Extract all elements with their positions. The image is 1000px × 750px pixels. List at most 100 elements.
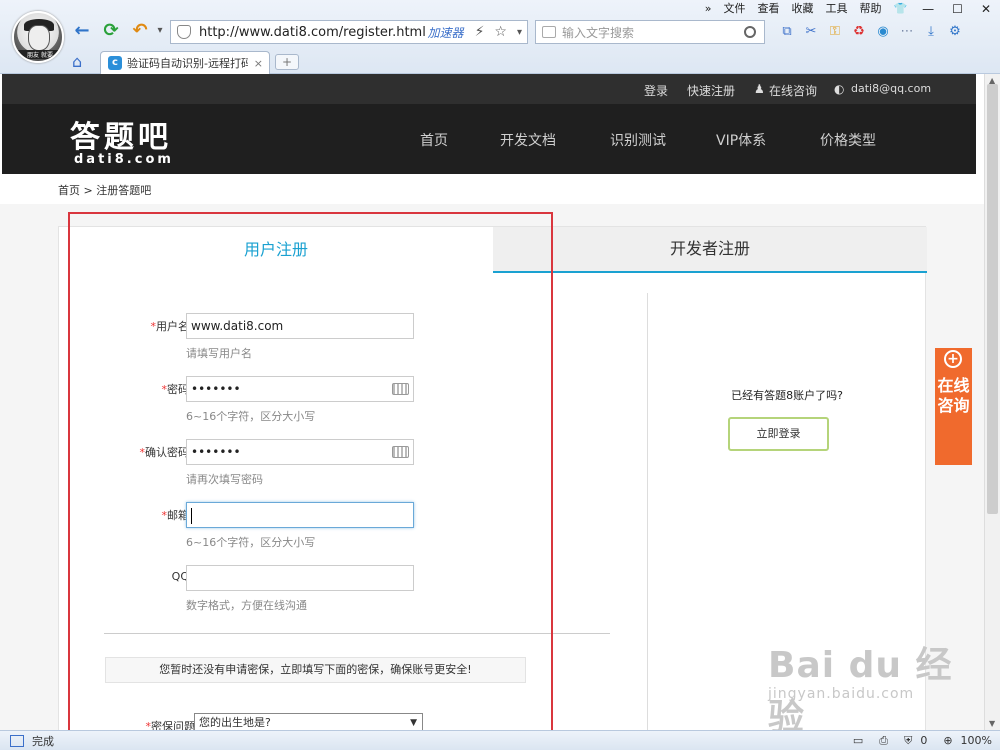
qq-icon[interactable]: ◉: [874, 23, 892, 41]
menu-file[interactable]: 文件: [723, 0, 745, 18]
top-email-link[interactable]: dati8@qq.com: [851, 82, 931, 95]
zoom-icon[interactable]: ⊕: [943, 734, 952, 747]
confirm-password-value: •••••••: [191, 445, 241, 459]
menu-bar: » 文件 查看 收藏 工具 帮助 👕 — ☐ ✕: [699, 0, 1000, 18]
top-quick-register-link[interactable]: 快速注册: [687, 82, 735, 99]
scroll-down-icon[interactable]: ▼: [989, 719, 995, 728]
undo-icon[interactable]: ↶: [130, 21, 150, 41]
side-consult-button[interactable]: + 在线咨询: [935, 348, 972, 465]
email-label: *邮箱: [161, 509, 190, 522]
email-hint: 6~16个字符，区分大小写: [186, 536, 316, 549]
confirm-password-row: *确认密码 •••••••: [59, 439, 419, 465]
address-url[interactable]: http://www.dati8.com/register.html: [199, 25, 428, 40]
email-input[interactable]: [186, 502, 414, 528]
security-question-select[interactable]: 您的出生地是? ▼: [194, 713, 423, 730]
minimize-icon[interactable]: —: [922, 0, 934, 18]
tab-user-register[interactable]: 用户注册: [59, 227, 493, 273]
tab-developer-register[interactable]: 开发者注册: [493, 227, 927, 273]
home-icon[interactable]: ⌂: [72, 52, 82, 71]
menu-help[interactable]: 帮助: [859, 0, 881, 18]
nav-home[interactable]: 首页: [420, 130, 448, 150]
side-consult-text: 在线咨询: [937, 376, 970, 415]
tab-row: ⌂ c 验证码自动识别-远程打码 × +: [0, 50, 1000, 74]
more-icon[interactable]: ⋯: [898, 23, 916, 41]
nav-test[interactable]: 识别测试: [610, 130, 666, 150]
site-logo[interactable]: 答题吧: [70, 112, 172, 156]
lightning-icon[interactable]: ⚡: [475, 24, 485, 40]
password-label: *密码: [161, 383, 190, 396]
address-dropdown-icon[interactable]: ▾: [517, 27, 522, 38]
search-input[interactable]: 输入文字搜索: [562, 24, 744, 41]
password-hint: 6~16个字符，区分大小写: [186, 410, 316, 423]
close-window-icon[interactable]: ✕: [981, 0, 991, 18]
breadcrumb[interactable]: 首页 > 注册答题吧: [58, 182, 151, 198]
nav-vip[interactable]: VIP体系: [716, 130, 766, 150]
column-divider: [647, 293, 648, 730]
username-row: *用户名 www.dati8.com: [59, 313, 419, 339]
key-icon[interactable]: ⚿: [826, 23, 844, 41]
refresh-icon[interactable]: ⟳: [101, 21, 121, 41]
status-text: 完成: [32, 734, 54, 748]
avatar-face: [28, 25, 50, 51]
page-viewport: 登录 快速注册 ♟ 在线咨询 ◐ dati8@qq.com 答题吧 dati8.…: [0, 74, 984, 730]
confirm-password-input[interactable]: •••••••: [186, 439, 414, 465]
password-row: *密码 •••••••: [59, 376, 419, 402]
status-bar: 完成 ▭ ⎙ ⛨ 0 ⊕ 100%: [0, 730, 1000, 750]
username-hint: 请填写用户名: [186, 347, 252, 360]
skin-icon[interactable]: 👕: [893, 0, 907, 18]
tab-favicon-icon: c: [108, 56, 122, 70]
tab-title: 验证码自动识别-远程打码: [127, 57, 248, 70]
keyboard-icon[interactable]: [392, 383, 409, 395]
site-logo-sub: dati8.com: [74, 152, 174, 167]
tab-close-icon[interactable]: ×: [254, 57, 263, 70]
browser-window: 朋友 就要 » 文件 查看 收藏 工具 帮助 👕 — ☐ ✕ ← ⟳ ↶ ▾ h…: [0, 0, 1000, 750]
qq-input[interactable]: [186, 565, 414, 591]
sidebar-toggle-icon[interactable]: [10, 734, 24, 747]
extension-icon[interactable]: ⧉: [778, 23, 796, 41]
new-tab-button[interactable]: +: [275, 54, 299, 70]
nav-docs[interactable]: 开发文档: [500, 130, 556, 150]
watermark-url: jingyan.baidu.com: [768, 686, 915, 702]
search-icon[interactable]: [744, 26, 756, 38]
have-account-text: 已经有答题8账户了吗?: [731, 389, 843, 402]
menu-more[interactable]: »: [705, 0, 712, 18]
menu-view[interactable]: 查看: [757, 0, 779, 18]
accelerator-link[interactable]: 加速器: [428, 24, 464, 41]
username-input[interactable]: www.dati8.com: [186, 313, 414, 339]
undo-dropdown-icon[interactable]: ▾: [150, 21, 170, 41]
search-engine-icon[interactable]: [542, 26, 556, 38]
status-print-icon[interactable]: ⎙: [879, 734, 888, 748]
menu-favorites[interactable]: 收藏: [791, 0, 813, 18]
login-now-button[interactable]: 立即登录: [728, 417, 829, 451]
star-icon[interactable]: ☆: [494, 24, 507, 40]
top-login-link[interactable]: 登录: [644, 82, 668, 99]
status-screen-icon[interactable]: ▭: [853, 734, 863, 747]
browser-toolbar: 朋友 就要 » 文件 查看 收藏 工具 帮助 👕 — ☐ ✕ ← ⟳ ↶ ▾ h…: [0, 0, 1000, 74]
confirm-password-label: *确认密码: [139, 446, 190, 459]
browser-tab[interactable]: c 验证码自动识别-远程打码 ×: [100, 51, 270, 74]
vertical-scrollbar[interactable]: ▲ ▼: [984, 74, 1000, 730]
baidu-watermark: Bai du 经验 jingyan.baidu.com: [760, 636, 980, 730]
search-box[interactable]: 输入文字搜索: [535, 20, 765, 44]
qq-hint: 数字格式，方便在线沟通: [186, 599, 307, 612]
email-row: *邮箱: [59, 502, 419, 528]
feature-icon[interactable]: ♻: [850, 23, 868, 41]
top-online-consult-link[interactable]: 在线咨询: [769, 82, 817, 99]
security-shield-icon: [177, 25, 191, 39]
maximize-icon[interactable]: ☐: [952, 0, 963, 18]
download-icon[interactable]: ⤓: [922, 23, 940, 41]
password-input[interactable]: •••••••: [186, 376, 414, 402]
zoom-level[interactable]: 100%: [961, 734, 992, 747]
settings-icon[interactable]: ⚙: [946, 23, 964, 41]
scissors-icon[interactable]: ✂: [802, 23, 820, 41]
address-bar[interactable]: http://www.dati8.com/register.html 加速器 ⚡…: [170, 20, 528, 44]
back-icon[interactable]: ←: [72, 21, 92, 41]
menu-tools[interactable]: 工具: [825, 0, 847, 18]
scrollbar-thumb[interactable]: [987, 84, 998, 514]
qq-penguin-icon: ♟: [754, 82, 765, 96]
email-icon: ◐: [834, 82, 845, 96]
status-shield-icon[interactable]: ⛨: [904, 734, 912, 748]
nav-price[interactable]: 价格类型: [820, 130, 876, 150]
keyboard-icon[interactable]: [392, 446, 409, 458]
chevron-down-icon: ▼: [410, 718, 417, 728]
